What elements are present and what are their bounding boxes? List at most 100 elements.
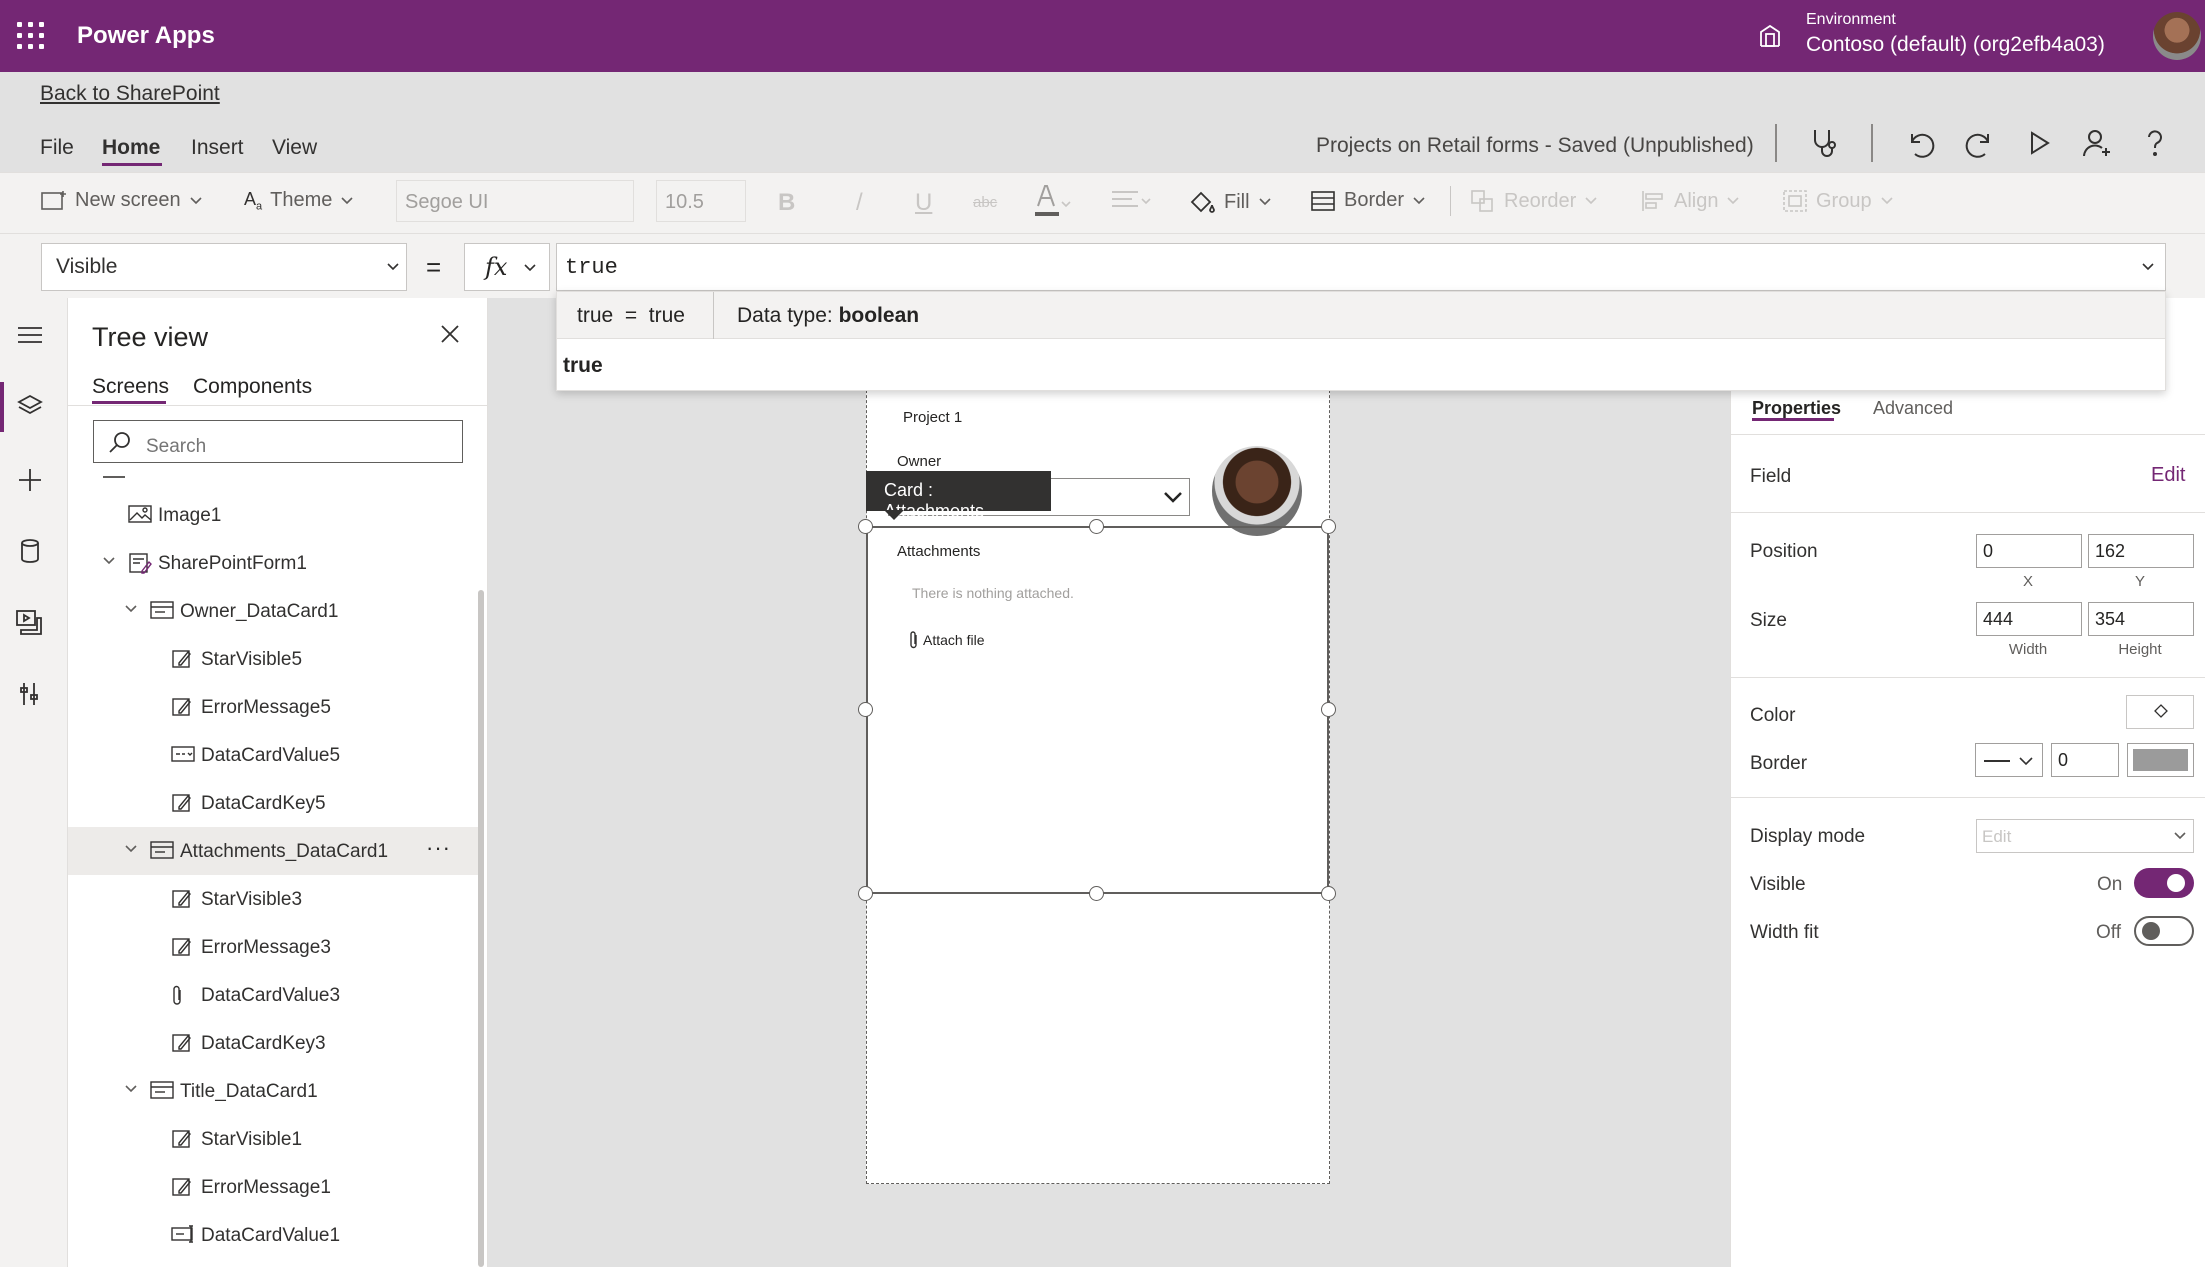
tab-properties[interactable]: Properties bbox=[1752, 398, 1841, 419]
menu-home[interactable]: Home bbox=[102, 136, 160, 160]
resize-handle[interactable] bbox=[1321, 519, 1336, 534]
tree-search-input[interactable] bbox=[93, 420, 463, 463]
share-user-icon[interactable] bbox=[2080, 126, 2114, 160]
app-launcher-icon[interactable] bbox=[17, 22, 45, 50]
tree-scrollbar[interactable] bbox=[478, 590, 484, 1267]
play-icon[interactable] bbox=[2022, 126, 2056, 160]
field-label: Field bbox=[1750, 466, 1792, 487]
form-icon bbox=[128, 552, 152, 574]
environment-icon bbox=[1757, 22, 1783, 48]
tree-item-attachments-datacard1[interactable]: Attachments_DataCard1 ··· bbox=[68, 827, 484, 875]
height-input[interactable]: 354 bbox=[2088, 602, 2194, 636]
tree-view-title: Tree view bbox=[92, 322, 209, 352]
data-cylinder-icon[interactable] bbox=[16, 537, 44, 565]
position-y-input[interactable]: 162 bbox=[2088, 534, 2194, 568]
group-button[interactable]: Group bbox=[1782, 189, 1894, 213]
color-picker[interactable] bbox=[2126, 695, 2194, 729]
attachments-card-selection[interactable] bbox=[866, 526, 1329, 894]
italic-button[interactable]: / bbox=[856, 189, 863, 217]
underline-button[interactable]: U bbox=[915, 189, 932, 217]
tree-item-errormessage3[interactable]: ErrorMessage3 bbox=[68, 923, 484, 971]
more-options-icon[interactable]: ··· bbox=[426, 835, 451, 861]
theme-button[interactable]: Aa Theme bbox=[244, 189, 354, 213]
font-size-select[interactable]: 10.5 bbox=[656, 180, 746, 222]
tab-components[interactable]: Components bbox=[193, 375, 312, 399]
tree-item-starvisible5[interactable]: StarVisible5 bbox=[68, 635, 484, 683]
resize-handle[interactable] bbox=[858, 519, 873, 534]
redo-icon[interactable] bbox=[1963, 126, 1997, 160]
border-button[interactable]: Border bbox=[1310, 189, 1426, 212]
chevron-down-icon[interactable] bbox=[124, 1084, 138, 1094]
resize-handle[interactable] bbox=[858, 702, 873, 717]
formula-suggestion[interactable]: true bbox=[563, 354, 603, 378]
resize-handle[interactable] bbox=[1321, 702, 1336, 717]
fx-button[interactable]: fx bbox=[464, 243, 550, 291]
font-color-icon[interactable] bbox=[1032, 182, 1072, 222]
tab-screens[interactable]: Screens bbox=[92, 375, 169, 399]
tree-item-title-datacard1[interactable]: Title_DataCard1 bbox=[68, 1067, 484, 1115]
tree-item-errormessage1[interactable]: ErrorMessage1 bbox=[68, 1163, 484, 1211]
border-width-input[interactable]: 0 bbox=[2051, 743, 2119, 777]
width-input[interactable]: 444 bbox=[1976, 602, 2082, 636]
chevron-down-icon[interactable] bbox=[124, 604, 138, 614]
expand-formula-icon[interactable] bbox=[2141, 262, 2155, 272]
tree-item-datacardkey3[interactable]: DataCardKey3 bbox=[68, 1019, 484, 1067]
environment-selector[interactable]: Contoso (default) (org2efb4a03) bbox=[1806, 33, 2105, 57]
field-edit-link[interactable]: Edit bbox=[2151, 464, 2185, 487]
attach-file-button[interactable]: Attach file bbox=[923, 632, 984, 648]
visible-toggle[interactable] bbox=[2134, 868, 2194, 898]
position-x-input[interactable]: 0 bbox=[1976, 534, 2082, 568]
media-icon[interactable] bbox=[15, 608, 45, 636]
resize-handle[interactable] bbox=[1321, 886, 1336, 901]
tree-item-datacardkey5[interactable]: DataCardKey5 bbox=[68, 779, 484, 827]
equals-sign: = bbox=[426, 252, 442, 282]
tree-item-starvisible1[interactable]: StarVisible1 bbox=[68, 1115, 484, 1163]
tree-item-image1[interactable]: Image1 bbox=[68, 491, 484, 539]
resize-handle[interactable] bbox=[1089, 519, 1104, 534]
chevron-down-icon[interactable] bbox=[102, 556, 116, 566]
text-align-icon[interactable] bbox=[1110, 188, 1154, 214]
tree-item-sharepointform1[interactable]: SharePointForm1 bbox=[68, 539, 484, 587]
menu-file[interactable]: File bbox=[40, 136, 74, 160]
close-icon[interactable] bbox=[440, 324, 460, 344]
border-color-picker[interactable] bbox=[2127, 743, 2194, 777]
strikethrough-button[interactable]: abc bbox=[973, 194, 997, 211]
resize-handle[interactable] bbox=[1089, 886, 1104, 901]
stethoscope-icon[interactable] bbox=[1807, 126, 1841, 160]
menu-view[interactable]: View bbox=[272, 136, 317, 160]
undo-icon[interactable] bbox=[1903, 126, 1937, 160]
tree-view-layers-icon[interactable] bbox=[16, 393, 44, 419]
tree-item-datacardvalue3[interactable]: DataCardValue3 bbox=[68, 971, 484, 1019]
fill-button[interactable]: Fill bbox=[1188, 189, 1272, 215]
menu-insert[interactable]: Insert bbox=[191, 136, 244, 160]
tree-item-datacardvalue1[interactable]: DataCardValue1 bbox=[68, 1211, 484, 1259]
user-avatar[interactable] bbox=[2153, 12, 2201, 60]
advanced-tools-icon[interactable] bbox=[17, 680, 43, 708]
chevron-down-icon[interactable] bbox=[124, 844, 138, 854]
border-style-select[interactable] bbox=[1975, 743, 2043, 777]
bold-button[interactable]: B bbox=[778, 189, 795, 217]
tree-item-errormessage5[interactable]: ErrorMessage5 bbox=[68, 683, 484, 731]
tree-item-datacardvalue5[interactable]: DataCardValue5 bbox=[68, 731, 484, 779]
edit-label-icon bbox=[171, 696, 193, 718]
tree-item-owner-datacard1[interactable]: Owner_DataCard1 bbox=[68, 587, 484, 635]
align-button[interactable]: Align bbox=[1640, 189, 1740, 213]
evaluation-expression: true = true bbox=[577, 304, 685, 327]
new-screen-button[interactable]: New screen bbox=[41, 189, 203, 212]
back-to-sharepoint-link[interactable]: Back to SharePoint bbox=[40, 82, 220, 106]
insert-plus-icon[interactable] bbox=[16, 466, 44, 494]
font-family-select[interactable]: Segoe UI bbox=[396, 180, 634, 222]
tree-item-label: ErrorMessage5 bbox=[201, 697, 331, 718]
tab-advanced[interactable]: Advanced bbox=[1873, 398, 1953, 419]
resize-handle[interactable] bbox=[858, 886, 873, 901]
chevron-down-icon bbox=[1164, 492, 1182, 503]
reorder-button[interactable]: Reorder bbox=[1470, 189, 1598, 213]
formula-input[interactable]: true bbox=[556, 243, 2166, 291]
display-mode-select[interactable]: Edit bbox=[1976, 819, 2194, 853]
hamburger-icon[interactable] bbox=[16, 325, 44, 345]
textinput-icon bbox=[171, 1224, 197, 1244]
tree-item-starvisible3[interactable]: StarVisible3 bbox=[68, 875, 484, 923]
help-icon[interactable] bbox=[2138, 126, 2172, 160]
height-label: Height bbox=[2118, 641, 2162, 658]
property-select[interactable]: Visible bbox=[41, 243, 407, 291]
